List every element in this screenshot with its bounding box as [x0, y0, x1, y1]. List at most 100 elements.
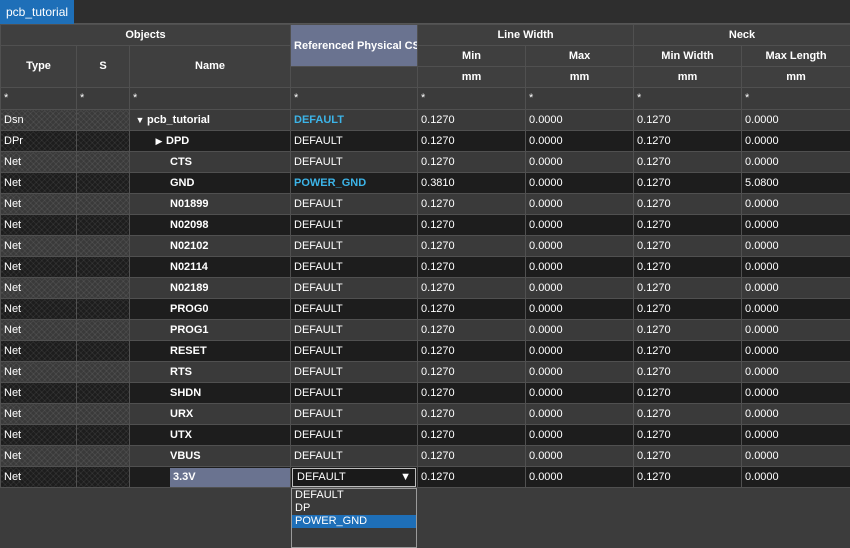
neck-min-width-cell[interactable]: 0.1270: [633, 298, 743, 320]
table-row[interactable]: Net N01899 DEFAULT 0.1270 0.0000 0.1270 0.0000: [0, 193, 850, 215]
type-header[interactable]: Type: [0, 45, 77, 88]
cset-cell[interactable]: DEFAULT: [290, 256, 419, 278]
cset-cell[interactable]: DEFAULT: [290, 193, 419, 215]
neck-max-length-cell[interactable]: 0.0000: [741, 361, 850, 383]
neck-min-width-cell[interactable]: 0.1270: [633, 214, 743, 236]
name-cell[interactable]: RTS: [128, 361, 292, 383]
tab-pcb-tutorial[interactable]: pcb_tutorial: [0, 0, 75, 24]
neck-max-length-cell[interactable]: 0.0000: [741, 277, 850, 299]
cset-cell[interactable]: DEFAULT: [290, 361, 419, 383]
line-width-max-cell[interactable]: 0.0000: [525, 277, 635, 299]
neck-min-width-cell[interactable]: 0.1270: [633, 193, 743, 215]
line-width-min-cell[interactable]: 0.1270: [417, 340, 527, 362]
name-cell[interactable]: N02189: [128, 277, 292, 299]
expand-down-icon[interactable]: ▼: [133, 111, 147, 130]
line-width-min-cell[interactable]: 0.1270: [417, 109, 527, 131]
name-cell[interactable]: ▶ DPD: [128, 130, 292, 152]
neck-max-length-cell[interactable]: 0.0000: [741, 298, 850, 320]
table-row[interactable]: Net SHDN DEFAULT 0.1270 0.0000 0.1270 0.0000: [0, 382, 850, 404]
line-width-max-cell[interactable]: 0.0000: [525, 235, 635, 257]
line-width-max-cell[interactable]: 0.0000: [525, 445, 635, 467]
name-cell[interactable]: ▼ pcb_tutorial: [128, 109, 292, 131]
neck-max-length-cell[interactable]: 0.0000: [741, 424, 850, 446]
cset-cell[interactable]: DEFAULT: [290, 298, 419, 320]
line-width-min-cell[interactable]: 0.1270: [417, 193, 527, 215]
cset-cell[interactable]: DEFAULT: [290, 109, 419, 131]
table-row[interactable]: Net VBUS DEFAULT 0.1270 0.0000 0.1270 0.0000: [0, 445, 850, 467]
name-cell[interactable]: N01899: [128, 193, 292, 215]
line-width-min-cell[interactable]: 0.1270: [417, 382, 527, 404]
neck-max-length-cell[interactable]: 0.0000: [741, 130, 850, 152]
line-width-max-cell[interactable]: 0.0000: [525, 172, 635, 194]
name-cell[interactable]: URX: [128, 403, 292, 425]
name-cell[interactable]: RESET: [128, 340, 292, 362]
line-width-max-cell[interactable]: 0.0000: [525, 298, 635, 320]
neck-min-width-cell[interactable]: 0.1270: [633, 466, 743, 488]
table-row[interactable]: Net GND POWER_GND 0.3810 0.0000 0.1270 5.0800: [0, 172, 850, 194]
s-header[interactable]: S: [76, 45, 130, 88]
neck-min-width-header[interactable]: Min Width: [633, 45, 743, 67]
table-row[interactable]: Net PROG1 DEFAULT 0.1270 0.0000 0.1270 0.0000: [0, 319, 850, 341]
table-row[interactable]: DPr ▶ DPD DEFAULT 0.1270 0.0000 0.1270 0.0000: [0, 130, 850, 152]
table-row[interactable]: Net N02102 DEFAULT 0.1270 0.0000 0.1270 0.0000: [0, 235, 850, 257]
neck-max-length-cell[interactable]: 0.0000: [741, 214, 850, 236]
filter-max[interactable]: *: [525, 87, 635, 110]
name-cell[interactable]: PROG1: [128, 319, 292, 341]
neck-min-width-cell[interactable]: 0.1270: [633, 256, 743, 278]
filter-cset[interactable]: *: [290, 87, 419, 110]
name-cell[interactable]: N02102: [128, 235, 292, 257]
neck-max-length-cell[interactable]: 0.0000: [741, 256, 850, 278]
line-width-min-cell[interactable]: 0.1270: [417, 235, 527, 257]
line-width-max-cell[interactable]: 0.0000: [525, 130, 635, 152]
neck-min-width-cell[interactable]: 0.1270: [633, 340, 743, 362]
cset-select[interactable]: DEFAULT ▼: [292, 467, 417, 487]
table-row[interactable]: Net RTS DEFAULT 0.1270 0.0000 0.1270 0.0000: [0, 361, 850, 383]
neck-max-length-cell[interactable]: 5.0800: [741, 172, 850, 194]
line-width-max-cell[interactable]: 0.0000: [525, 403, 635, 425]
line-width-min-cell[interactable]: 0.1270: [417, 403, 527, 425]
cset-cell[interactable]: DEFAULT: [290, 319, 419, 341]
line-width-max-cell[interactable]: 0.0000: [525, 214, 635, 236]
cset-cell[interactable]: POWER_GND: [290, 172, 419, 194]
filter-name[interactable]: *: [128, 87, 292, 110]
line-width-min-cell[interactable]: 0.1270: [417, 256, 527, 278]
cset-cell[interactable]: DEFAULT: [290, 130, 419, 152]
neck-max-length-cell[interactable]: 0.0000: [741, 466, 850, 488]
neck-max-length-cell[interactable]: 0.0000: [741, 193, 850, 215]
line-width-min-cell[interactable]: 0.3810: [417, 172, 527, 194]
table-row[interactable]: Net URX DEFAULT 0.1270 0.0000 0.1270 0.0000: [0, 403, 850, 425]
neck-max-length-cell[interactable]: 0.0000: [741, 340, 850, 362]
name-cell[interactable]: VBUS: [128, 445, 292, 467]
name-cell[interactable]: SHDN: [128, 382, 292, 404]
name-cell[interactable]: UTX: [128, 424, 292, 446]
neck-max-length-cell[interactable]: 0.0000: [741, 382, 850, 404]
line-width-min-cell[interactable]: 0.1270: [417, 466, 527, 488]
table-row[interactable]: Net N02098 DEFAULT 0.1270 0.0000 0.1270 0.0000: [0, 214, 850, 236]
line-width-min-header[interactable]: Min: [417, 45, 527, 67]
name-edit-field[interactable]: 3.3V: [170, 467, 290, 487]
cset-cell[interactable]: DEFAULT: [290, 151, 419, 173]
name-cell[interactable]: GND: [128, 172, 292, 194]
neck-min-width-cell[interactable]: 0.1270: [633, 172, 743, 194]
name-cell[interactable]: PROG0: [128, 298, 292, 320]
neck-min-width-cell[interactable]: 0.1270: [633, 445, 743, 467]
line-width-max-cell[interactable]: 0.0000: [525, 382, 635, 404]
filter-s[interactable]: *: [76, 87, 130, 110]
name-cell[interactable]: 3.3V: [128, 466, 292, 488]
table-row-editing[interactable]: Net 3.3V DEFAULT ▼ 0.1270 0.0000 0.1270 …: [0, 466, 850, 488]
name-cell[interactable]: N02098: [128, 214, 292, 236]
expand-right-icon[interactable]: ▶: [152, 132, 166, 151]
neck-max-length-header[interactable]: Max Length: [741, 45, 850, 67]
neck-min-width-cell[interactable]: 0.1270: [633, 151, 743, 173]
referenced-physical-cset-header[interactable]: Referenced Physical CSet: [290, 24, 419, 67]
neck-max-length-cell[interactable]: 0.0000: [741, 319, 850, 341]
neck-min-width-cell[interactable]: 0.1270: [633, 235, 743, 257]
table-row[interactable]: Net PROG0 DEFAULT 0.1270 0.0000 0.1270 0.0000: [0, 298, 850, 320]
cset-cell[interactable]: DEFAULT: [290, 445, 419, 467]
table-row[interactable]: Net RESET DEFAULT 0.1270 0.0000 0.1270 0.0000: [0, 340, 850, 362]
table-row[interactable]: Net UTX DEFAULT 0.1270 0.0000 0.1270 0.0000: [0, 424, 850, 446]
filter-min[interactable]: *: [417, 87, 527, 110]
neck-max-length-cell[interactable]: 0.0000: [741, 403, 850, 425]
filter-type[interactable]: *: [0, 87, 77, 110]
cset-cell[interactable]: DEFAULT: [290, 403, 419, 425]
